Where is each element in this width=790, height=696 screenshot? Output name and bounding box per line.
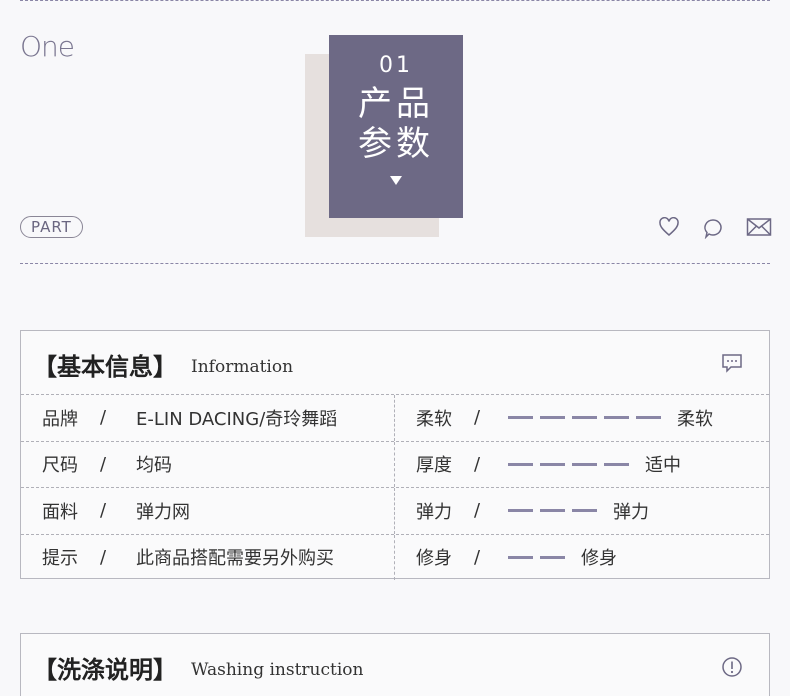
row-attr-label: 柔软: [416, 408, 452, 430]
row-attr-slash: /: [474, 407, 481, 429]
level-dash: [540, 462, 565, 466]
level-indicator: [508, 416, 661, 420]
level-dash: [540, 555, 565, 559]
level-indicator: [508, 509, 597, 513]
row-attr-slash: /: [474, 500, 481, 522]
row-attr-value: 修身: [581, 548, 617, 570]
row-label: 品牌: [42, 408, 78, 430]
row-label: 面料: [42, 501, 78, 523]
row-label: 提示: [42, 548, 78, 570]
part-badge: PART: [20, 216, 83, 238]
level-dash: [508, 462, 533, 466]
heart-icon[interactable]: [658, 217, 680, 239]
table-row: 品牌 / E-LIN DACING/奇玲舞蹈 柔软 / 柔软: [21, 394, 769, 441]
row-attr-value: 弹力: [613, 501, 649, 523]
level-dash: [572, 462, 597, 466]
washing-card-header: 【洗涤说明】 Washing instruction: [21, 634, 769, 696]
row-attr-slash: /: [474, 546, 481, 568]
level-dash: [604, 416, 629, 420]
row-left-cell: 提示 / 此商品搭配需要另外购买: [21, 534, 395, 580]
row-attr-label: 厚度: [416, 455, 452, 477]
level-dash: [636, 416, 661, 420]
alert-icon: [721, 656, 743, 682]
header-divider: [20, 263, 770, 264]
row-right-cell: 柔软 / 柔软: [395, 395, 769, 441]
level-dash: [604, 462, 629, 466]
level-dash: [572, 416, 597, 420]
section-title-line1: 产品: [358, 84, 434, 124]
mail-icon[interactable]: [746, 217, 772, 239]
washing-card: 【洗涤说明】 Washing instruction: [20, 633, 770, 696]
caret-down-icon: [390, 176, 402, 185]
info-card-header: 【基本信息】 Information: [21, 331, 769, 394]
row-left-cell: 品牌 / E-LIN DACING/奇玲舞蹈: [21, 395, 395, 441]
row-value: E-LIN DACING/奇玲舞蹈: [136, 408, 338, 430]
info-subtitle: Information: [191, 357, 294, 377]
row-value: 此商品搭配需要另外购买: [136, 548, 334, 570]
row-attr-slash: /: [474, 453, 481, 475]
title-box: 01 产品 参数: [329, 35, 463, 218]
row-right-cell: 修身 / 修身: [395, 535, 769, 581]
row-attr-label: 弹力: [416, 501, 452, 523]
section-number-word: One: [20, 30, 75, 63]
row-slash: /: [100, 407, 107, 429]
washing-subtitle: Washing instruction: [191, 660, 364, 680]
info-title: 【基本信息】: [33, 353, 177, 381]
row-left-cell: 尺码 / 均码: [21, 441, 395, 487]
level-dash: [508, 555, 533, 559]
section-number: 01: [379, 53, 413, 78]
level-dash: [572, 509, 597, 513]
washing-title: 【洗涤说明】: [33, 656, 177, 684]
level-dash: [540, 416, 565, 420]
row-attr-label: 修身: [416, 548, 452, 570]
section-title-line2: 参数: [358, 124, 434, 164]
level-indicator: [508, 555, 565, 559]
row-value: 弹力网: [136, 501, 190, 523]
row-attr-value: 柔软: [677, 408, 713, 430]
table-row: 尺码 / 均码 厚度 / 适中: [21, 440, 769, 488]
row-slash: /: [100, 546, 107, 568]
info-card: 【基本信息】 Information 品牌 / E-LIN DACING/奇玲舞蹈 柔…: [20, 330, 770, 580]
message-icon: [721, 353, 743, 377]
row-value: 均码: [136, 455, 172, 477]
row-slash: /: [100, 453, 107, 475]
row-label: 尺码: [42, 455, 78, 477]
table-row: 提示 / 此商品搭配需要另外购买 修身 / 修身: [21, 533, 769, 581]
table-row: 面料 / 弹力网 弹力 / 弹力: [21, 487, 769, 534]
top-divider: [20, 0, 770, 1]
row-slash: /: [100, 500, 107, 522]
row-right-cell: 厚度 / 适中: [395, 442, 769, 488]
level-indicator: [508, 462, 629, 466]
row-attr-value: 适中: [645, 455, 681, 477]
level-dash: [540, 509, 565, 513]
action-icons: [658, 217, 772, 239]
level-dash: [508, 416, 533, 420]
row-right-cell: 弹力 / 弹力: [395, 488, 769, 534]
level-dash: [508, 509, 533, 513]
comment-icon[interactable]: [702, 217, 724, 239]
info-table: 品牌 / E-LIN DACING/奇玲舞蹈 柔软 / 柔软 尺码 / 均码 厚度 / 适中 面料 / 弹力…: [21, 394, 769, 580]
row-left-cell: 面料 / 弹力网: [21, 488, 395, 534]
